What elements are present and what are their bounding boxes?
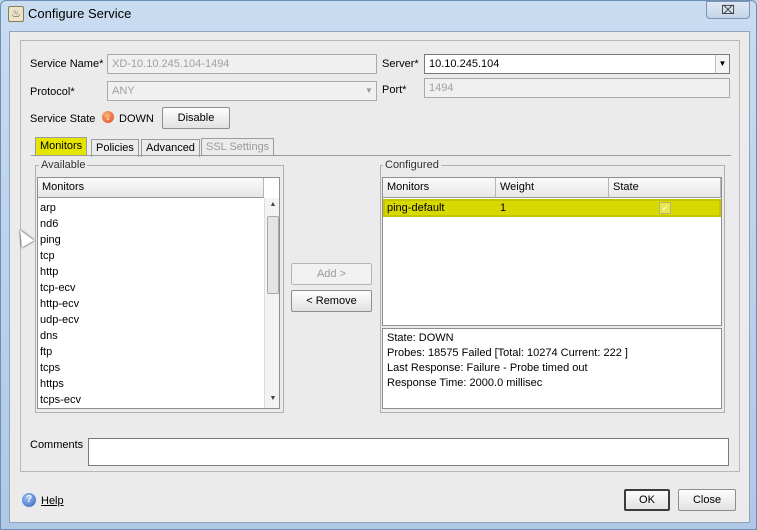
- available-scrollbar[interactable]: ▲ ▼: [264, 198, 279, 408]
- row-monitor: ping-default: [387, 202, 445, 214]
- list-item[interactable]: tcp-ecv: [40, 280, 75, 296]
- ok-button[interactable]: OK: [624, 489, 670, 511]
- port-field[interactable]: 1494: [424, 78, 730, 98]
- server-label: Server*: [382, 58, 419, 70]
- service-name-label: Service Name*: [30, 58, 104, 70]
- column-header-monitors[interactable]: Monitors: [383, 178, 496, 198]
- list-item[interactable]: http: [40, 264, 58, 280]
- list-item[interactable]: arp: [40, 200, 56, 216]
- configured-group-title: Configured: [383, 159, 441, 171]
- add-button[interactable]: Add >: [291, 263, 372, 285]
- list-item[interactable]: udp-ecv: [40, 312, 79, 328]
- protocol-value: ANY: [112, 85, 135, 97]
- detail-probes: Probes: 18575 Failed [Total: 10274 Curre…: [387, 347, 628, 359]
- list-item[interactable]: tcp: [40, 248, 55, 264]
- detail-state: State: DOWN: [387, 332, 454, 344]
- configure-service-window: ♨ Configure Service ⌧ Service Name* XD-1…: [0, 0, 757, 530]
- tab-monitors[interactable]: Monitors: [35, 137, 88, 155]
- tab-divider: [31, 155, 731, 156]
- column-header-state[interactable]: State: [609, 178, 721, 198]
- dialog-client-area: Service Name* XD-10.10.245.104-1494 Serv…: [9, 31, 750, 523]
- remove-button[interactable]: < Remove: [291, 290, 372, 312]
- protocol-select[interactable]: ANY ▼: [107, 81, 377, 101]
- service-state-value: DOWN: [119, 113, 154, 125]
- available-group-title: Available: [39, 159, 88, 171]
- java-app-icon: ♨: [8, 6, 24, 22]
- list-item[interactable]: dns: [40, 328, 58, 344]
- service-state-label: Service State: [30, 113, 96, 125]
- list-item[interactable]: https: [40, 376, 64, 392]
- port-label: Port*: [382, 84, 407, 96]
- available-monitors-list[interactable]: Monitors arp nd6 ping tcp http tcp-ecv h…: [37, 177, 280, 409]
- scroll-down-icon[interactable]: ▼: [265, 392, 279, 406]
- list-item[interactable]: ping: [40, 232, 61, 248]
- available-column-header[interactable]: Monitors: [38, 178, 264, 198]
- scrollbar-thumb[interactable]: [267, 216, 279, 294]
- protocol-label: Protocol*: [30, 86, 75, 98]
- window-close-button[interactable]: ⌧: [706, 1, 750, 19]
- window-title: Configure Service: [28, 6, 132, 21]
- down-status-icon: ↓: [102, 111, 114, 123]
- chevron-down-icon[interactable]: ▼: [715, 55, 729, 73]
- table-row[interactable]: ping-default 1 ✓: [383, 199, 721, 217]
- chevron-down-icon[interactable]: ▼: [362, 82, 376, 100]
- tab-ssl-settings[interactable]: SSL Settings: [201, 138, 275, 156]
- port-value: 1494: [429, 82, 454, 94]
- detail-response-time: Response Time: 2000.0 millisec: [387, 377, 543, 389]
- monitor-details-panel: State: DOWN Probes: 18575 Failed [Total:…: [382, 328, 722, 409]
- row-weight: 1: [500, 202, 507, 214]
- close-button[interactable]: Close: [678, 489, 736, 511]
- service-name-value: XD-10.10.245.104-1494: [112, 58, 230, 70]
- list-item[interactable]: tcps: [40, 360, 60, 376]
- server-value: 10.10.245.104: [429, 58, 500, 70]
- scroll-up-icon[interactable]: ▲: [265, 198, 279, 212]
- list-item[interactable]: nd6: [40, 216, 58, 232]
- comments-label: Comments: [30, 439, 84, 451]
- list-item[interactable]: tcps-ecv: [40, 392, 81, 408]
- comments-field[interactable]: [88, 438, 729, 466]
- service-panel: Service Name* XD-10.10.245.104-1494 Serv…: [20, 40, 740, 472]
- help-link[interactable]: Help: [41, 495, 64, 507]
- detail-last-response: Last Response: Failure - Probe timed out: [387, 362, 588, 374]
- column-header-weight[interactable]: Weight: [496, 178, 609, 198]
- title-bar[interactable]: ♨ Configure Service ⌧: [1, 1, 756, 29]
- configured-monitors-table[interactable]: Monitors Weight State ping-default 1 ✓: [382, 177, 722, 326]
- disable-button[interactable]: Disable: [162, 107, 230, 129]
- state-checkbox[interactable]: ✓: [659, 202, 671, 214]
- close-icon: ⌧: [721, 3, 735, 17]
- service-name-field[interactable]: XD-10.10.245.104-1494: [107, 54, 377, 74]
- list-item[interactable]: http-ecv: [40, 296, 79, 312]
- server-select[interactable]: 10.10.245.104 ▼: [424, 54, 730, 74]
- list-item[interactable]: ftp: [40, 344, 52, 360]
- help-icon[interactable]: ?: [22, 493, 36, 507]
